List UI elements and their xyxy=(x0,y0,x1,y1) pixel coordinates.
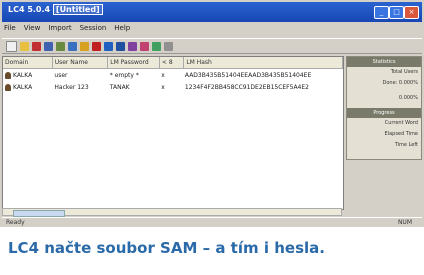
table-row[interactable]: KALKA Hacker 123 TANAK x 1234F4F2BB458CC… xyxy=(3,81,343,93)
cell-less-than-8: x xyxy=(161,71,165,79)
title-bar: LC4 5.0.4 [Untitled] _ □ × xyxy=(2,2,422,22)
maximize-button[interactable]: □ xyxy=(389,6,404,19)
save-icon[interactable] xyxy=(32,41,41,51)
import-icon[interactable] xyxy=(44,41,53,51)
cell-lm-password: TANAK xyxy=(109,83,130,91)
play-icon[interactable] xyxy=(104,41,113,51)
cell-user-name: Hacker 123 xyxy=(54,83,89,91)
menu-view[interactable]: View xyxy=(24,24,41,36)
cell-less-than-8: x xyxy=(161,83,165,91)
panel-line: Time Left xyxy=(394,142,418,148)
toolbar xyxy=(2,38,422,54)
menu-bar: File View Import Session Help xyxy=(4,24,130,36)
accounts-header: Domain User Name LM Password < 8 LM Hash xyxy=(3,57,343,69)
menu-session[interactable]: Session xyxy=(80,24,107,36)
side-panel: Statistics Total Users Done: 0.000% 0.00… xyxy=(346,56,422,160)
status-num: NUM xyxy=(397,219,412,226)
caption: LC4 načte soubor SAM – a tím i hesla. xyxy=(8,239,325,257)
column-user-name[interactable]: User Name xyxy=(53,57,109,68)
report-icon[interactable] xyxy=(128,41,137,51)
panel-line: 0.000% xyxy=(398,95,418,101)
minimize-button[interactable]: _ xyxy=(374,6,389,19)
column-lm-hash[interactable]: LM Hash xyxy=(184,57,343,68)
accounts-table[interactable]: Domain User Name LM Password < 8 LM Hash… xyxy=(2,56,344,210)
pause-icon[interactable] xyxy=(116,41,125,51)
menu-file[interactable]: File xyxy=(4,24,16,36)
column-lm-password[interactable]: LM Password xyxy=(108,57,160,68)
wizard-icon[interactable] xyxy=(140,41,149,51)
close-button[interactable]: × xyxy=(404,6,419,19)
cell-lm-password: * empty * xyxy=(109,71,139,79)
app-screenshot: LC4 5.0.4 [Untitled] _ □ × File View Imp… xyxy=(0,0,424,227)
column-domain[interactable]: Domain xyxy=(3,57,53,68)
panel-section-title: Progress xyxy=(347,108,421,118)
cell-lm-hash: AAD3B435B51404EEAAD3B435B51404EE xyxy=(184,71,312,79)
help-icon[interactable] xyxy=(80,41,89,51)
cell-domain: KALKA xyxy=(13,71,33,79)
status-text: Ready xyxy=(6,219,25,226)
panel-line xyxy=(347,155,421,159)
menu-import[interactable]: Import xyxy=(48,24,71,36)
cell-domain: KALKA xyxy=(13,83,33,91)
user-icon xyxy=(5,83,11,91)
session-icon[interactable] xyxy=(56,41,65,51)
column-less-than-8[interactable]: < 8 xyxy=(160,57,185,68)
scrollbar-thumb[interactable] xyxy=(13,210,65,217)
help-contents-icon[interactable] xyxy=(164,41,173,51)
panel-line: Total Users xyxy=(390,69,418,75)
window-title-doc: [Untitled] xyxy=(52,4,103,15)
options-icon[interactable] xyxy=(68,41,77,51)
menu-help[interactable]: Help xyxy=(114,24,130,36)
status-bar: Ready NUM xyxy=(2,217,422,227)
horizontal-scrollbar[interactable] xyxy=(2,208,342,217)
window-title: LC4 5.0.4 [Untitled] xyxy=(8,4,103,15)
panel-line: Elapsed Time xyxy=(384,131,418,137)
open-folder-icon[interactable] xyxy=(20,41,29,51)
panel-line: Current Word xyxy=(384,120,418,126)
stop-icon[interactable] xyxy=(92,41,101,51)
new-file-icon[interactable] xyxy=(6,40,17,52)
user-icon xyxy=(5,71,11,79)
table-row[interactable]: KALKA user * empty * x AAD3B435B51404EEA… xyxy=(3,69,343,81)
panel-section-title: Statistics xyxy=(347,57,421,67)
cell-lm-hash: 1234F4F2BB458CC91DE2EB15CEF5A4E2 xyxy=(184,83,309,91)
panel-line: Done: 0.000% xyxy=(382,80,419,86)
cell-user-name: user xyxy=(54,71,68,79)
settings-icon[interactable] xyxy=(152,41,161,51)
window-title-app: LC4 5.0.4 xyxy=(8,5,51,14)
